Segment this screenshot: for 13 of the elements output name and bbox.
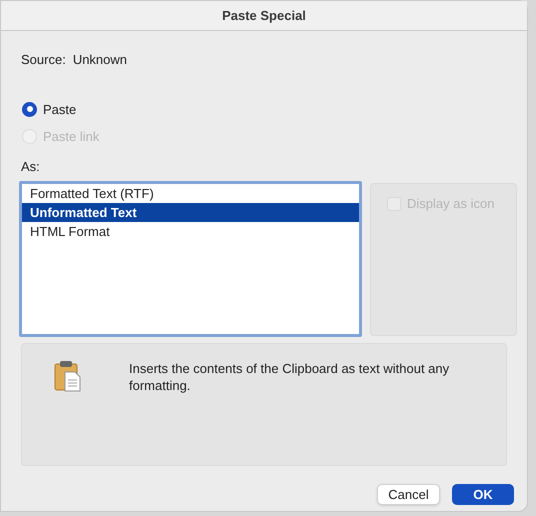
source-value: Unknown — [72, 51, 128, 69]
radio-button[interactable] — [22, 102, 37, 117]
as-label: As: — [20, 158, 41, 176]
ok-button[interactable]: OK — [452, 484, 514, 505]
description-text: Inserts the contents of the Clipboard as text without any formatting. — [129, 360, 450, 394]
format-item[interactable]: Unformatted Text — [22, 203, 359, 222]
window-title: Paste Special — [222, 6, 306, 25]
format-item[interactable]: HTML Format — [22, 222, 359, 241]
format-item[interactable]: Formatted Text (RTF) — [22, 184, 359, 203]
clipboard-icon — [54, 360, 82, 392]
radio-label: Paste — [43, 100, 76, 118]
cancel-button[interactable]: Cancel — [377, 484, 440, 505]
source-label: Source: — [21, 51, 66, 69]
